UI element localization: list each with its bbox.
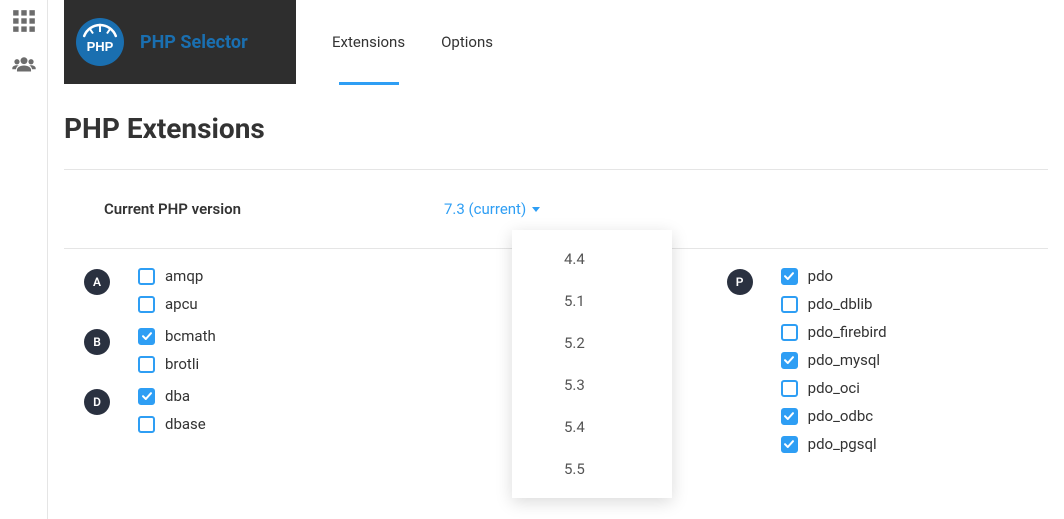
ext-item: dba bbox=[138, 387, 206, 405]
apps-grid-icon[interactable] bbox=[11, 8, 37, 34]
version-label: Current PHP version bbox=[104, 200, 444, 218]
version-option[interactable]: 5.2 bbox=[512, 322, 672, 364]
ext-label: pdo bbox=[808, 267, 833, 285]
caret-down-icon bbox=[532, 207, 540, 212]
ext-checkbox[interactable] bbox=[781, 324, 798, 341]
version-value-text: 7.3 (current) bbox=[444, 200, 526, 218]
ext-checkbox[interactable] bbox=[781, 380, 798, 397]
ext-item: amqp bbox=[138, 267, 203, 285]
ext-label: amqp bbox=[165, 267, 203, 285]
php-logo-icon: PHP bbox=[76, 18, 124, 66]
ext-group: Aamqp apcu bbox=[84, 267, 405, 313]
ext-label: dbase bbox=[165, 415, 206, 433]
tab-extensions[interactable]: Extensions bbox=[332, 0, 405, 84]
users-icon[interactable] bbox=[11, 52, 37, 78]
ext-item: bcmath bbox=[138, 327, 216, 345]
ext-item: pdo_oci bbox=[781, 379, 887, 397]
ext-col: Ppdo pdo_dblib pdo_firebird pdo_mysql pdo_oc… bbox=[727, 267, 1048, 467]
ext-checkbox[interactable] bbox=[138, 268, 155, 285]
ext-label: pdo_dblib bbox=[808, 295, 873, 313]
ext-checkbox[interactable] bbox=[781, 352, 798, 369]
ext-checkbox[interactable] bbox=[781, 408, 798, 425]
ext-label: dba bbox=[165, 387, 190, 405]
ext-checkbox[interactable] bbox=[138, 296, 155, 313]
topbar: PHP PHP Selector Extensions Options bbox=[48, 0, 1064, 84]
ext-item: pdo_mysql bbox=[781, 351, 887, 369]
ext-item: dbase bbox=[138, 415, 206, 433]
ext-item: pdo_dblib bbox=[781, 295, 887, 313]
version-option[interactable]: 4.4 bbox=[512, 238, 672, 280]
version-row: Current PHP version 7.3 (current) 4.45.1… bbox=[64, 170, 1048, 248]
version-option[interactable]: 5.1 bbox=[512, 280, 672, 322]
left-rail bbox=[0, 0, 48, 519]
version-dropdown: 4.45.15.25.35.45.5 bbox=[512, 230, 672, 498]
ext-label: pdo_mysql bbox=[808, 351, 880, 369]
letter-badge: D bbox=[84, 389, 110, 415]
letter-badge: P bbox=[727, 269, 753, 295]
ext-item: brotli bbox=[138, 355, 216, 373]
ext-item: pdo_pgsql bbox=[781, 435, 887, 453]
ext-item: pdo bbox=[781, 267, 887, 285]
ext-item: apcu bbox=[138, 295, 203, 313]
version-option[interactable]: 5.4 bbox=[512, 406, 672, 448]
ext-label: pdo_odbc bbox=[808, 407, 874, 425]
ext-group: Bbcmath brotli bbox=[84, 327, 405, 373]
ext-item: pdo_odbc bbox=[781, 407, 887, 425]
ext-group: Ppdo pdo_dblib pdo_firebird pdo_mysql pdo_oc… bbox=[727, 267, 1048, 453]
ext-items: pdo pdo_dblib pdo_firebird pdo_mysql pdo_oci… bbox=[781, 267, 887, 453]
ext-items: bcmath brotli bbox=[138, 327, 216, 373]
page-title: PHP Extensions bbox=[64, 112, 1048, 145]
ext-items: dba dbase bbox=[138, 387, 206, 433]
brand: PHP PHP Selector bbox=[64, 0, 296, 84]
ext-checkbox[interactable] bbox=[138, 388, 155, 405]
letter-badge: B bbox=[84, 329, 110, 355]
ext-checkbox[interactable] bbox=[138, 356, 155, 373]
ext-group: Ddba dbase bbox=[84, 387, 405, 433]
ext-label: pdo_oci bbox=[808, 379, 860, 397]
brand-title: PHP Selector bbox=[140, 32, 248, 53]
ext-label: apcu bbox=[165, 295, 198, 313]
ext-checkbox[interactable] bbox=[138, 328, 155, 345]
ext-checkbox[interactable] bbox=[781, 436, 798, 453]
version-option[interactable]: 5.5 bbox=[512, 448, 672, 490]
tabs: Extensions Options bbox=[296, 0, 493, 84]
svg-text:PHP: PHP bbox=[87, 39, 114, 54]
ext-label: pdo_firebird bbox=[808, 323, 887, 341]
ext-item: pdo_firebird bbox=[781, 323, 887, 341]
tab-options[interactable]: Options bbox=[441, 0, 493, 84]
version-selector[interactable]: 7.3 (current) bbox=[444, 200, 540, 218]
letter-badge: A bbox=[84, 269, 110, 295]
ext-label: pdo_pgsql bbox=[808, 435, 877, 453]
ext-items: amqp apcu bbox=[138, 267, 203, 313]
ext-checkbox[interactable] bbox=[781, 296, 798, 313]
version-option[interactable]: 5.3 bbox=[512, 364, 672, 406]
ext-label: bcmath bbox=[165, 327, 216, 345]
ext-col: Aamqp apcu Bbcmath brotli Ddba dbase bbox=[84, 267, 405, 467]
ext-checkbox[interactable] bbox=[138, 416, 155, 433]
ext-label: brotli bbox=[165, 355, 199, 373]
ext-checkbox[interactable] bbox=[781, 268, 798, 285]
